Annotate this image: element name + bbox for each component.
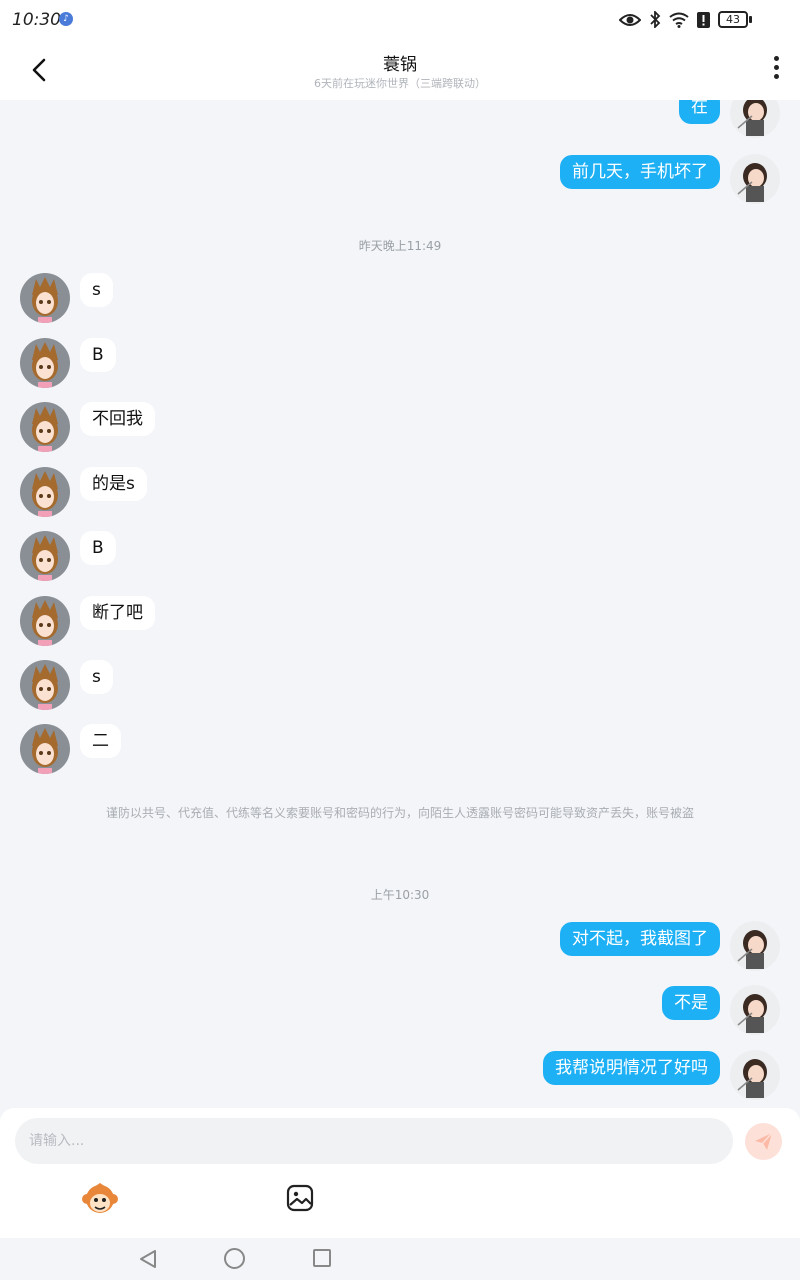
nav-back-icon[interactable] bbox=[138, 1249, 158, 1269]
security-warning: 谨防以共号、代充值、代练等名义索要账号和密码的行为，向陌生人透露账号密码可能导致… bbox=[105, 806, 694, 820]
avatar-other[interactable] bbox=[20, 467, 70, 517]
nav-recents-icon[interactable] bbox=[313, 1249, 331, 1267]
avatar-other[interactable] bbox=[20, 596, 70, 646]
message-bubble-other[interactable]: 二 bbox=[80, 724, 121, 758]
contact-name: 蓑锅 bbox=[383, 55, 417, 75]
avatar-other[interactable] bbox=[20, 402, 70, 452]
message-bubble-other[interactable]: 不回我 bbox=[80, 402, 155, 436]
message-bubble-other[interactable]: 的是s bbox=[80, 467, 147, 501]
more-button[interactable] bbox=[770, 56, 782, 84]
system-nav-bar bbox=[0, 1238, 800, 1280]
composer bbox=[0, 1108, 800, 1238]
time-divider: 昨天晚上11:49 bbox=[358, 239, 442, 253]
battery-indicator: 43 bbox=[718, 11, 748, 28]
message-input[interactable] bbox=[15, 1118, 733, 1164]
message-bubble-other[interactable]: B bbox=[80, 338, 116, 372]
message-bubble-other[interactable]: s bbox=[80, 273, 113, 307]
message-bubble-self[interactable]: 在 bbox=[679, 100, 720, 124]
image-button[interactable] bbox=[286, 1184, 314, 1212]
avatar-self[interactable] bbox=[730, 985, 780, 1035]
eye-icon bbox=[619, 13, 641, 26]
message-bubble-self[interactable]: 我帮说明情况了好吗 bbox=[543, 1051, 720, 1085]
battery-tip bbox=[749, 16, 752, 23]
image-icon bbox=[286, 1184, 314, 1212]
status-icons bbox=[619, 11, 710, 28]
message-bubble-self[interactable]: 前几天，手机坏了 bbox=[560, 155, 720, 189]
more-vertical-icon bbox=[773, 56, 779, 61]
emoji-button[interactable] bbox=[82, 1182, 118, 1216]
avatar-self[interactable] bbox=[730, 1050, 780, 1100]
chat-header: 蓑锅 6天前在玩迷你世界（三端跨联动） bbox=[0, 40, 800, 100]
status-bar: 10:30 ♪ 43 bbox=[0, 0, 800, 40]
avatar-self[interactable] bbox=[730, 154, 780, 204]
message-bubble-other[interactable]: 断了吧 bbox=[80, 596, 155, 630]
message-bubble-self[interactable]: 对不起，我截图了 bbox=[560, 922, 720, 956]
avatar-other[interactable] bbox=[20, 724, 70, 774]
avatar-self[interactable] bbox=[730, 100, 780, 138]
message-bubble-self[interactable]: 不是 bbox=[662, 986, 720, 1020]
avatar-other[interactable] bbox=[20, 338, 70, 388]
nav-home-icon[interactable] bbox=[224, 1248, 245, 1269]
message-bubble-other[interactable]: B bbox=[80, 531, 116, 565]
message-bubble-other[interactable]: s bbox=[80, 660, 113, 694]
avatar-other[interactable] bbox=[20, 273, 70, 323]
paper-plane-icon bbox=[755, 1132, 773, 1150]
message-list[interactable]: 在 前几天，手机坏了 昨天晚上11:49 s B 不回我 的是s B 断了吧 s… bbox=[0, 100, 800, 1108]
avatar-other[interactable] bbox=[20, 660, 70, 710]
bluetooth-icon bbox=[650, 11, 661, 28]
contact-status: 6天前在玩迷你世界（三端跨联动） bbox=[314, 77, 486, 90]
wifi-icon bbox=[669, 12, 689, 28]
monkey-emoji-icon bbox=[82, 1183, 118, 1213]
send-button[interactable] bbox=[745, 1123, 782, 1160]
avatar-other[interactable] bbox=[20, 531, 70, 581]
alert-icon bbox=[697, 11, 710, 28]
avatar-self[interactable] bbox=[730, 921, 780, 971]
time-divider: 上午10:30 bbox=[370, 888, 430, 902]
status-time: 10:30 bbox=[12, 10, 61, 30]
music-icon: ♪ bbox=[59, 12, 73, 26]
